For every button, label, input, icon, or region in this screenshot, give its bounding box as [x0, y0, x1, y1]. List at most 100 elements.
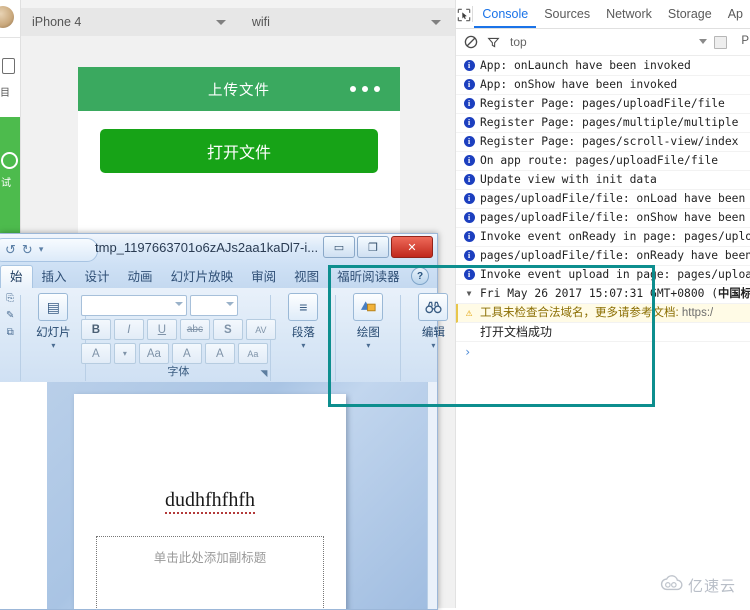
- ppt-titlebar[interactable]: ↺ ↻ ▾ tmp_1197663701o6zAJs2aa1kaDl7-i...…: [0, 234, 437, 264]
- clear-formatting-button[interactable]: Aa: [237, 343, 268, 364]
- chevron-down-icon[interactable]: ▾: [51, 341, 55, 350]
- increase-font-size-button[interactable]: A: [171, 343, 202, 364]
- tab-console[interactable]: Console: [474, 1, 536, 28]
- log-row[interactable]: i Update view with init data: [456, 171, 750, 190]
- chevron-down-icon[interactable]: ▾: [39, 245, 44, 255]
- slide-editing-area[interactable]: dudhfhfhfh 单击此处添加副标题: [47, 382, 437, 609]
- help-icon[interactable]: ?: [411, 267, 429, 285]
- underline-button[interactable]: U: [146, 319, 177, 340]
- log-row[interactable]: i Register Page: pages/scroll-view/index: [456, 133, 750, 152]
- font-dialog-launcher[interactable]: ◥: [260, 368, 267, 379]
- ribbon-tab-foxit-reader[interactable]: 福昕阅读器: [328, 266, 409, 288]
- open-file-button[interactable]: 打开文件: [100, 129, 378, 173]
- ribbon-tab-animation[interactable]: 动画: [119, 266, 162, 288]
- log-row[interactable]: i Register Page: pages/multiple/multiple: [456, 114, 750, 133]
- undo-icon[interactable]: ↺: [5, 243, 16, 258]
- maximize-button[interactable]: ❐: [357, 236, 389, 258]
- document-icon[interactable]: [2, 58, 15, 74]
- console-context-select[interactable]: top: [510, 35, 527, 49]
- log-row[interactable]: i Register Page: pages/uploadFile/file: [456, 95, 750, 114]
- clipboard-icon[interactable]: ⎘: [6, 293, 14, 304]
- preserve-log-checkbox[interactable]: [714, 36, 727, 49]
- paragraph-button[interactable]: ≡ 段落 ▾: [277, 293, 329, 350]
- decrease-font-size-button[interactable]: A: [204, 343, 235, 364]
- ribbon-tab-design[interactable]: 设计: [76, 266, 119, 288]
- slide-canvas[interactable]: dudhfhfhfh 单击此处添加副标题: [74, 394, 346, 609]
- vertical-scrollbar[interactable]: [427, 382, 437, 609]
- chevron-down-icon: [431, 20, 441, 25]
- tab-storage[interactable]: Storage: [660, 1, 720, 28]
- console-prompt[interactable]: ›: [456, 342, 750, 362]
- no-entry-icon[interactable]: [460, 31, 482, 53]
- drawing-group-label: 绘图: [356, 327, 380, 339]
- ide-compile-button[interactable]: 试: [0, 117, 20, 233]
- ribbon-tab-home[interactable]: 始: [0, 265, 33, 288]
- bold-button[interactable]: B: [80, 319, 111, 340]
- shadow-button[interactable]: S: [212, 319, 243, 340]
- tab-appdata[interactable]: Ap: [720, 1, 750, 28]
- slides-thumbnail-pane[interactable]: [0, 382, 47, 609]
- log-row[interactable]: i pages/uploadFile/file: onShow have bee…: [456, 209, 750, 228]
- chevron-down-icon[interactable]: ▾: [366, 341, 370, 350]
- log-row[interactable]: i pages/uploadFile/file: onLoad have bee…: [456, 190, 750, 209]
- close-button[interactable]: ✕: [391, 236, 433, 258]
- editing-button[interactable]: 编辑 ▾: [407, 293, 459, 350]
- log-text: Register Page: pages/scroll-view/index: [480, 135, 739, 148]
- font-name-combobox[interactable]: [80, 295, 187, 316]
- font-color-button[interactable]: A: [80, 343, 111, 364]
- change-case-button[interactable]: Aa: [138, 343, 169, 364]
- ribbon-tab-slideshow[interactable]: 幻灯片放映: [162, 266, 243, 288]
- italic-button[interactable]: I: [113, 319, 144, 340]
- console-log-list[interactable]: i App: onLaunch have been invoked i App:…: [456, 56, 750, 362]
- avatar[interactable]: [0, 6, 14, 28]
- log-text: Update view with init data: [480, 173, 657, 186]
- network-select[interactable]: wifi: [240, 8, 455, 36]
- log-row[interactable]: i On app route: pages/uploadFile/file: [456, 152, 750, 171]
- ide-left-strip: 目 试: [0, 0, 21, 233]
- minimize-button[interactable]: ▭: [323, 236, 355, 258]
- log-row[interactable]: 打开文档成功: [456, 323, 750, 342]
- log-text: Invoke event upload in page: pages/uploa…: [480, 268, 750, 281]
- cloud-icon: [660, 575, 684, 596]
- log-row[interactable]: i App: onLaunch have been invoked: [456, 57, 750, 76]
- log-row[interactable]: i App: onShow have been invoked: [456, 76, 750, 95]
- slide-subtitle-placeholder[interactable]: 单击此处添加副标题: [96, 536, 324, 609]
- drawing-button[interactable]: 绘图 ▾: [342, 293, 394, 350]
- font-size-combobox[interactable]: [189, 295, 238, 316]
- ellipsis-icon[interactable]: [350, 86, 380, 92]
- log-text: 工具未检查合法域名，更多请参考文档: https:/: [480, 306, 713, 320]
- funnel-icon[interactable]: [482, 31, 504, 53]
- chevron-down-icon[interactable]: ▾: [113, 343, 136, 364]
- redo-icon[interactable]: ↻: [22, 243, 33, 258]
- quick-access-toolbar: ↺ ↻ ▾: [0, 238, 98, 262]
- chevron-down-icon[interactable]: ▾: [431, 341, 435, 350]
- log-row[interactable]: i Invoke event onReady in page: pages/up…: [456, 228, 750, 247]
- chevron-down-icon[interactable]: [699, 39, 707, 44]
- tab-sources[interactable]: Sources: [536, 1, 598, 28]
- ribbon-tab-review[interactable]: 审阅: [242, 266, 285, 288]
- ribbon-group-font: B I U abc S AV A ▾ Aa A A Aa 字体 ◥: [80, 291, 276, 381]
- window-controls: ▭ ❐ ✕: [323, 236, 433, 258]
- device-select[interactable]: iPhone 4: [20, 8, 240, 36]
- info-icon: i: [462, 59, 476, 72]
- powerpoint-window: ↺ ↻ ▾ tmp_1197663701o6zAJs2aa1kaDl7-i...…: [0, 233, 449, 610]
- inspect-cursor-icon[interactable]: [456, 1, 472, 28]
- chevron-down-icon: [225, 302, 234, 306]
- log-row[interactable]: i pages/uploadFile/file: onReady have be…: [456, 247, 750, 266]
- info-icon: i: [462, 173, 476, 186]
- ribbon-tab-insert[interactable]: 插入: [33, 266, 76, 288]
- warning-url[interactable]: https:/: [682, 307, 713, 319]
- strikethrough-button[interactable]: abc: [179, 319, 210, 340]
- slide-title[interactable]: dudhfhfhfh: [74, 489, 346, 514]
- ribbon-tab-view[interactable]: 视图: [285, 266, 328, 288]
- new-slide-button[interactable]: ▤ 幻灯片 ▾: [27, 293, 79, 350]
- log-warning-row[interactable]: ⚠ 工具未检查合法域名，更多请参考文档: https:/: [456, 304, 750, 323]
- log-group-row[interactable]: ▼ Fri May 26 2017 15:07:31 GMT+0800 (中国标…: [456, 285, 750, 304]
- tab-network[interactable]: Network: [598, 1, 660, 28]
- paintbrush-icon[interactable]: ✎: [6, 310, 14, 321]
- chevron-down-icon[interactable]: ▾: [301, 341, 305, 350]
- font-row-1: [80, 295, 276, 316]
- log-row[interactable]: i Invoke event upload in page: pages/upl…: [456, 266, 750, 285]
- console-filter-bar: top P: [456, 29, 750, 56]
- copy-icon[interactable]: ⧉: [7, 327, 14, 338]
